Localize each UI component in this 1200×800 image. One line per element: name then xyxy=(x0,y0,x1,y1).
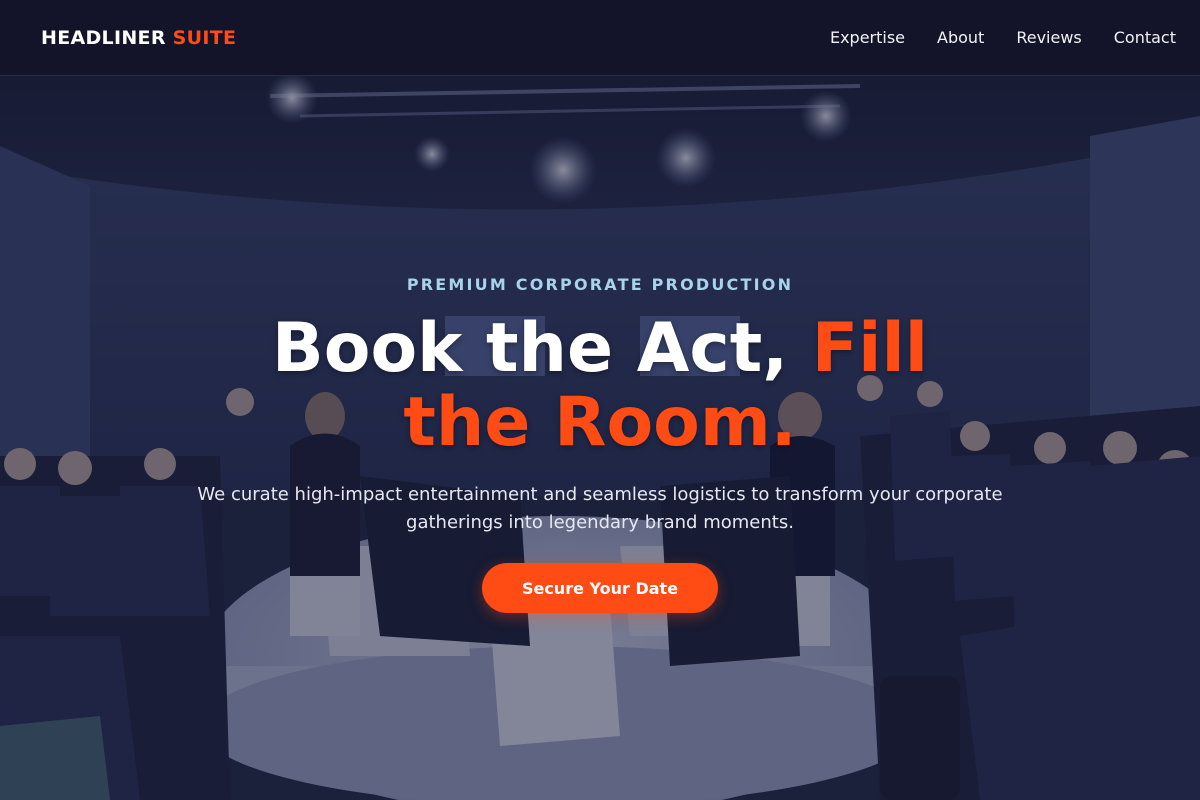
hero-eyebrow: PREMIUM CORPORATE PRODUCTION xyxy=(406,275,794,294)
site-header: HEADLINER SUITE Expertise About Reviews … xyxy=(0,0,1200,76)
secure-date-button[interactable]: Secure Your Date xyxy=(482,563,718,613)
logo-main-text: HEADLINER xyxy=(41,26,166,49)
nav-link-reviews[interactable]: Reviews xyxy=(1016,28,1081,47)
nav-link-contact[interactable]: Contact xyxy=(1114,28,1176,47)
nav-link-expertise[interactable]: Expertise xyxy=(830,28,905,47)
hero-headline: Book the Act, Fill the Room. xyxy=(200,312,1000,460)
logo[interactable]: HEADLINER SUITE xyxy=(41,27,236,49)
nav-link-about[interactable]: About xyxy=(937,28,984,47)
hero-subtext: We curate high-impact entertainment and … xyxy=(197,484,1003,533)
logo-accent-text: SUITE xyxy=(172,26,237,49)
hero-section: PREMIUM CORPORATE PRODUCTION Book the Ac… xyxy=(0,76,1200,800)
main-nav: Expertise About Reviews Contact xyxy=(798,28,1176,47)
headline-main-text: Book the Act, xyxy=(271,309,812,388)
